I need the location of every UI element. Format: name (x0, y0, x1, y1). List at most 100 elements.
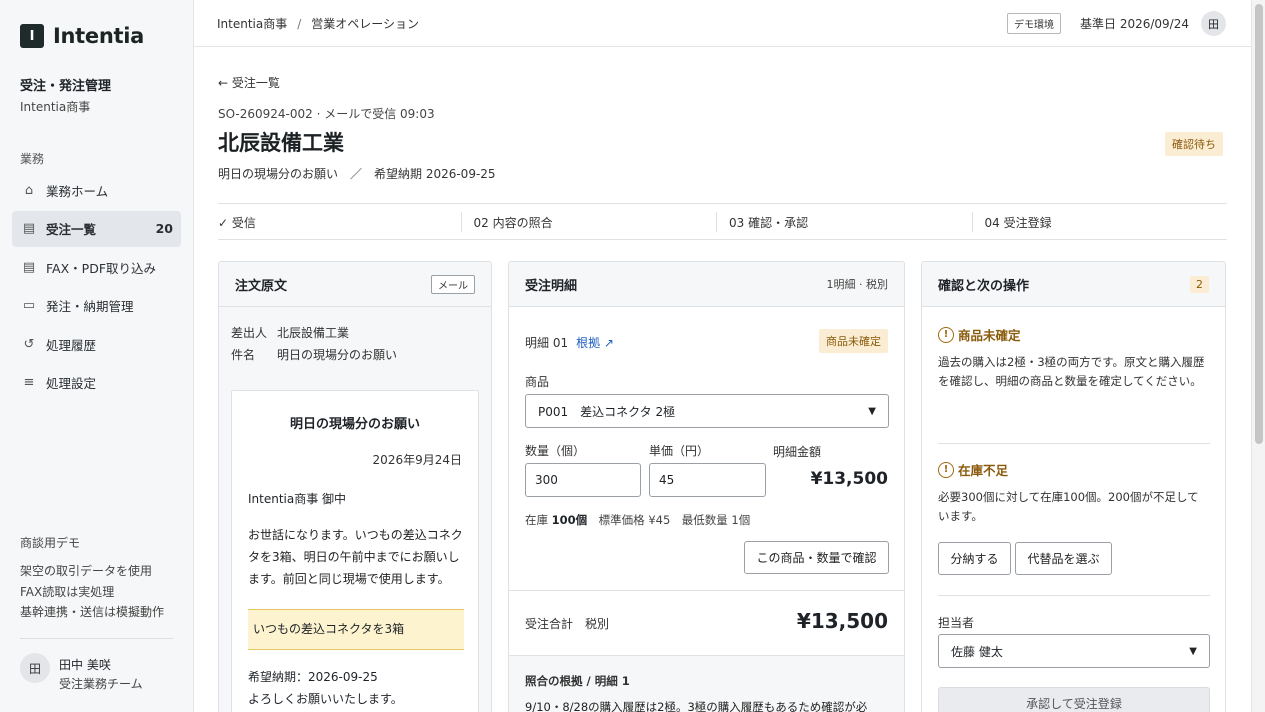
product-select-value: P001 差込コネクタ 2極 (538, 404, 676, 419)
breadcrumb-section[interactable]: 営業オペレーション (311, 17, 419, 31)
avatar[interactable]: 田 (1201, 11, 1226, 36)
letter-highlight[interactable]: いつもの差込コネクタを3箱 (248, 609, 464, 650)
sidebar-item-label: 処理履歴 (46, 337, 97, 353)
source-type-tag: メール (431, 274, 475, 294)
stock-prefix: 在庫 (525, 513, 552, 527)
basis-section: 照合の根拠 / 明細 1 9/10・8/28の購入履歴は2極。3極の購入履歴もあ… (509, 655, 904, 712)
sidebar-item-orders[interactable]: ▤ 受注一覧 20 (12, 210, 181, 247)
nav-section-label: 業務 (20, 152, 45, 166)
sidebar-item-count: 20 (155, 221, 173, 236)
sender-label: 差出人 (231, 326, 268, 340)
base-date: 基準日 2026/09/24 (1080, 17, 1189, 31)
alert-product-text: 過去の購入は2極・3極の両方です。原文と購入履歴を確認し、明細の商品と数量を確定… (938, 355, 1205, 388)
stock-details: 標準価格 ¥45 最低数量 1個 (587, 513, 751, 527)
letter-footer: 希望納期：2026-09-25 よろしくお願いいたします。 (248, 666, 403, 710)
breadcrumb-separator: / (297, 17, 302, 31)
line-number: 明細 01 (525, 336, 569, 350)
assignee-select[interactable]: 佐藤 健太 ▼ (938, 634, 1210, 668)
panel-header: 確認と次の操作 2 (922, 262, 1225, 307)
assignee-label: 担当者 (938, 616, 975, 630)
stock-info: 在庫 100個 標準価格 ¥45 最低数量 1個 (525, 512, 750, 528)
price-input[interactable]: 45 (649, 463, 766, 497)
sidebar-item-label: FAX・PDF取り込み (46, 260, 157, 276)
panel-title: 受注明細 (525, 278, 578, 294)
alert-stock-title: ! 在庫不足 (938, 460, 1008, 479)
basis-link[interactable]: 根拠 ↗ (576, 336, 614, 350)
sliders-icon: ≡ (23, 375, 35, 390)
alert-title-text: 在庫不足 (958, 463, 1009, 478)
alternative-product-button[interactable]: 代替品を選ぶ (1015, 542, 1112, 575)
home-icon: ⌂ (24, 182, 34, 198)
sidebar-item-purchasing[interactable]: ▭ 発注・納期管理 (12, 288, 181, 324)
total-value: ¥13,500 (796, 609, 888, 633)
divider (509, 590, 904, 591)
user-name: 田中 美咲 (59, 658, 111, 672)
letter-closing: よろしくお願いいたします。 (248, 692, 403, 706)
line-amount: ¥13,500 (810, 469, 888, 489)
subject-value: 明日の現場分のお願い (277, 348, 398, 362)
document-icon: ▤ (22, 259, 36, 275)
divider (20, 638, 173, 639)
scrollbar-thumb[interactable] (1255, 4, 1263, 444)
divider (938, 595, 1210, 596)
basis-text: 9/10・8/28の購入履歴は2極。3極の購入履歴もあるため確認が必 (525, 700, 868, 712)
back-link[interactable]: ← 受注一覧 (218, 74, 280, 91)
sidebar: I Intentia 受注・発注管理 Intentia商事 業務 ⌂ 業務ホーム… (0, 0, 194, 712)
chevron-down-icon: ▼ (868, 405, 876, 417)
avatar[interactable]: 田 (20, 653, 50, 683)
divider (938, 443, 1210, 444)
letter-date: 2026年9月24日 (372, 453, 462, 467)
sender-value: 北辰設備工業 (277, 326, 350, 340)
sidebar-item-home[interactable]: ⌂ 業務ホーム (12, 172, 181, 208)
assignee-select-value: 佐藤 健太 (951, 644, 1003, 659)
logo-text: Intentia (53, 24, 145, 48)
user-team: 受注業務チーム (59, 677, 143, 691)
step-registration: 04 受注登録 (971, 204, 1228, 239)
subject-label: 件名 (231, 348, 256, 362)
panel-header: 受注明細 1明細 · 税別 (509, 262, 904, 307)
order-meta: SO-260924-002 · メールで受信 09:03 (218, 107, 435, 121)
product-select[interactable]: P001 差込コネクタ 2極 ▼ (525, 394, 889, 428)
product-label: 商品 (525, 375, 550, 389)
history-icon: ↺ (23, 336, 35, 352)
letter-document: 明日の現場分のお願い 2026年9月24日 Intentia商事 御中 お世話に… (231, 390, 479, 712)
env-badge: デモ環境 (1007, 13, 1061, 34)
panel-meta: 1明細 · 税別 (826, 278, 889, 291)
sidebar-item-label: 業務ホーム (46, 183, 109, 199)
alert-product-title: ! 商品未確定 (938, 325, 1021, 344)
sidebar-item-label: 発注・納期管理 (46, 299, 134, 314)
demo-title: 商談用デモ (20, 536, 81, 550)
page-title: 北辰設備工業 (218, 131, 344, 155)
demo-note: FAX読取は実処理 (20, 584, 115, 599)
split-delivery-button[interactable]: 分納する (938, 542, 1011, 575)
order-detail-panel: 受注明細 1明細 · 税別 明細 01 根拠 ↗ 商品未確定 商品 P001 差込… (508, 261, 905, 712)
step-matching: 02 内容の照合 (460, 204, 717, 239)
confirm-product-button[interactable]: この商品・数量で確認 (744, 541, 889, 574)
total-label: 受注合計 税別 (525, 617, 610, 631)
status-badge: 確認待ち (1165, 132, 1223, 156)
order-subtitle: 明日の現場分のお願い ／ 希望納期 2026-09-25 (218, 167, 496, 181)
sidebar-item-fax-import[interactable]: ▤ FAX・PDF取り込み (12, 249, 181, 285)
quantity-input[interactable]: 300 (525, 463, 641, 497)
price-label: 単価（円） (649, 444, 710, 458)
panel-header: 注文原文 メール (219, 262, 491, 307)
breadcrumb-company[interactable]: Intentia商事 (217, 17, 287, 31)
actions-panel: 確認と次の操作 2 ! 商品未確定 過去の購入は2極・3極の両方です。原文と購入… (921, 261, 1226, 712)
sidebar-item-history[interactable]: ↺ 処理履歴 (12, 326, 181, 362)
logo-mark: I (20, 24, 44, 48)
logo[interactable]: I Intentia (20, 24, 144, 48)
panel-title: 確認と次の操作 (938, 278, 1030, 294)
step-received: ✓ 受信 (218, 216, 256, 230)
demo-note: 架空の取引データを使用 (20, 564, 153, 578)
approve-register-button[interactable]: 承認して受注登録 (938, 687, 1210, 712)
warning-icon: ! (938, 461, 954, 478)
briefcase-icon: ▭ (22, 298, 36, 313)
sidebar-item-settings[interactable]: ≡ 処理設定 (12, 365, 181, 401)
scrollbar[interactable] (1251, 0, 1265, 712)
letter-recipient: Intentia商事 御中 (248, 492, 347, 506)
alert-stock-text: 必要300個に対して在庫100個。200個が不足しています。 (938, 490, 1199, 523)
basis-title: 照合の根拠 / 明細 1 (525, 674, 630, 688)
sidebar-item-label: 処理設定 (46, 376, 97, 391)
breadcrumb: Intentia商事 / 営業オペレーション (217, 15, 419, 32)
sender-info: 差出人 北辰設備工業 件名 明日の現場分のお願い (231, 322, 397, 366)
